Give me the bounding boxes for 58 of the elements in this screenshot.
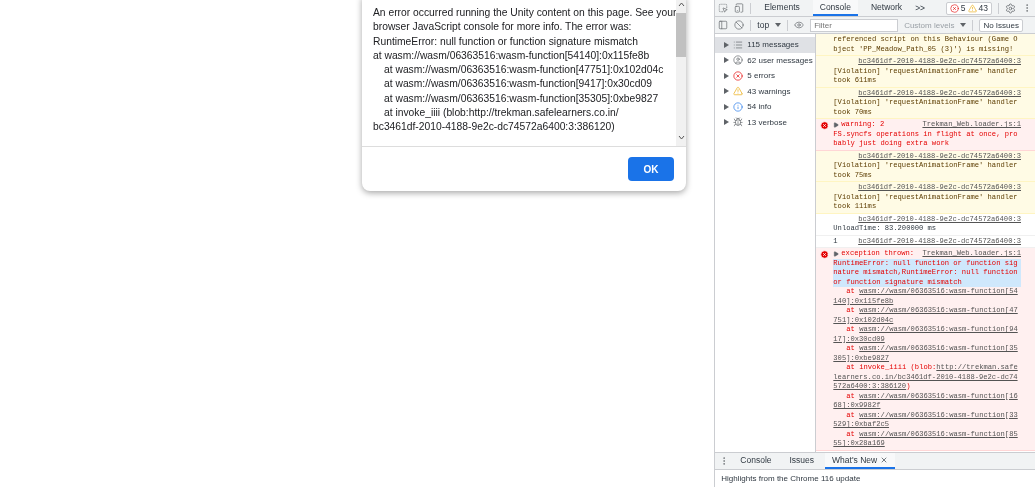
sidebar-item[interactable]: 13 verbose xyxy=(715,114,816,130)
panel-tab[interactable]: Elements xyxy=(757,0,807,16)
expand-arrow-icon xyxy=(724,41,730,48)
sidebar-item[interactable]: 115 messages xyxy=(715,37,816,53)
warning-icon xyxy=(967,3,977,13)
dialog-text-line: browser JavaScript console for more info. The error was: xyxy=(373,20,633,35)
expand-arrow-icon xyxy=(724,119,730,126)
error-icon xyxy=(820,250,830,259)
clear-icon xyxy=(734,20,745,30)
sidebar-toggle-icon xyxy=(718,20,729,30)
expand-arrow-icon xyxy=(724,57,730,64)
user-icon xyxy=(733,55,744,66)
sidebar-item[interactable]: 54 info xyxy=(715,99,816,115)
dialog-text-line: at wasm://wasm/06363516:wasm-function[9417]:0x30cd09 xyxy=(383,77,653,92)
dialog-text-line: An error occurred running the Unity content on this page. See your xyxy=(373,6,677,20)
chevron-down-icon xyxy=(677,135,685,140)
dialog-text-line: at wasm://wasm/06363516:wasm-function[54140]:0x115fe8b xyxy=(373,48,651,63)
expand-arrow-icon[interactable] xyxy=(833,121,840,128)
panel-tab[interactable]: Console xyxy=(812,0,858,16)
error-icon xyxy=(733,70,744,81)
expand-arrow-icon xyxy=(724,103,730,110)
dialog-text-line: at wasm://wasm/06363516:wasm-function[47751]:0x102d04c xyxy=(383,63,665,78)
issue-counter[interactable]: 5 43 xyxy=(945,1,992,15)
panel-tab[interactable]: Network xyxy=(863,0,910,16)
info-icon xyxy=(733,101,744,112)
warning-icon xyxy=(733,86,744,97)
chevron-up-icon xyxy=(677,2,685,7)
drawer-tab[interactable]: What's New xyxy=(825,453,896,469)
more-tabs-button[interactable]: >> xyxy=(915,3,926,13)
expand-arrow-icon xyxy=(724,72,730,79)
caret-icon xyxy=(960,23,967,27)
expand-arrow-icon[interactable] xyxy=(833,250,840,257)
drawer-tab[interactable]: Console xyxy=(733,453,779,469)
ok-button[interactable]: OK xyxy=(628,157,674,181)
drawer-text: Highlights from the Chrome 116 update xyxy=(720,473,862,485)
close-icon[interactable] xyxy=(880,456,889,464)
list-icon xyxy=(733,39,744,50)
dialog-text-line: at invoke_iiii (blob:http://trekman.safelearners.co.in/ xyxy=(383,106,620,121)
inspect-icon xyxy=(718,3,729,13)
eye-icon xyxy=(794,20,805,30)
dialog-text-line: RuntimeError: null function or function signature mismatch xyxy=(373,34,639,49)
expand-arrow-icon xyxy=(724,88,730,95)
issues-button[interactable]: No Issues xyxy=(979,18,1023,32)
scrollbar[interactable] xyxy=(676,0,686,146)
dialog-text-line: bc3461df-2010-4188-9e2c-dc74572a6400:3:386120) xyxy=(373,120,616,135)
drawer-tab[interactable]: Issues xyxy=(782,453,822,469)
sidebar-item[interactable]: 5 errors xyxy=(715,68,816,84)
context-selector[interactable]: top xyxy=(757,20,770,30)
settings-icon xyxy=(1005,2,1016,14)
device-toolbar-icon xyxy=(734,3,745,13)
error-icon xyxy=(820,121,830,130)
dialog-text-line: at wasm://wasm/06363516:wasm-function[35305]:0xbe9827 xyxy=(383,91,660,106)
caret-icon xyxy=(775,23,782,27)
bug-icon xyxy=(733,117,744,128)
filter-field[interactable]: Filter xyxy=(810,18,899,32)
error-icon xyxy=(949,3,959,13)
sidebar-item[interactable]: 62 user messages xyxy=(715,52,816,68)
sidebar-item[interactable]: 43 warnings xyxy=(715,83,816,99)
